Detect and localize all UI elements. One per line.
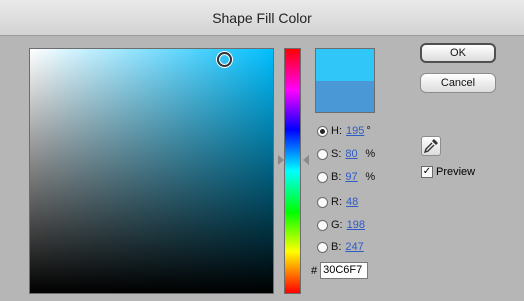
preview-label: Preview bbox=[436, 166, 476, 178]
red-row[interactable]: R: 48 bbox=[317, 195, 364, 209]
saturation-unit: % bbox=[365, 148, 376, 160]
preview-checkbox[interactable]: ✓ bbox=[421, 166, 433, 178]
hex-input[interactable]: 30C6F7 bbox=[320, 262, 369, 279]
cancel-button[interactable]: Cancel bbox=[420, 73, 496, 93]
hex-row: # 30C6F7 bbox=[311, 262, 369, 279]
eyedropper-icon bbox=[423, 139, 438, 154]
preview-row[interactable]: ✓ Preview bbox=[421, 166, 475, 178]
brightness-row[interactable]: B: 97 % bbox=[317, 170, 375, 184]
color-field-marker[interactable] bbox=[217, 52, 232, 67]
saturation-radio[interactable] bbox=[317, 148, 328, 160]
green-label: G: bbox=[331, 219, 343, 231]
blue-value[interactable]: 247 bbox=[345, 241, 363, 253]
hue-slider-right-arrow[interactable] bbox=[303, 155, 309, 165]
hue-value[interactable]: 195 bbox=[346, 125, 364, 137]
color-field[interactable] bbox=[29, 48, 274, 294]
saturation-value[interactable]: 80 bbox=[345, 148, 363, 160]
hue-row[interactable]: H: 195 ° bbox=[317, 124, 371, 138]
blue-radio[interactable] bbox=[317, 241, 328, 253]
saturation-label: S: bbox=[331, 148, 342, 160]
hue-radio[interactable] bbox=[317, 125, 328, 137]
new-color-swatch bbox=[316, 49, 374, 81]
brightness-value[interactable]: 97 bbox=[345, 171, 363, 183]
blue-row[interactable]: B: 247 bbox=[317, 240, 364, 254]
blue-label: B: bbox=[331, 241, 342, 253]
green-value[interactable]: 198 bbox=[347, 219, 365, 231]
ok-button[interactable]: OK bbox=[420, 43, 496, 63]
eyedropper-button[interactable] bbox=[421, 136, 441, 156]
hex-label: # bbox=[311, 264, 318, 277]
brightness-unit: % bbox=[365, 171, 376, 183]
red-value[interactable]: 48 bbox=[346, 196, 364, 208]
current-color-swatch[interactable] bbox=[316, 81, 374, 112]
red-label: R: bbox=[331, 196, 342, 208]
hue-label: H: bbox=[331, 125, 342, 137]
window-title: Shape Fill Color bbox=[212, 10, 312, 26]
color-swatch bbox=[315, 48, 375, 113]
green-radio[interactable] bbox=[317, 219, 328, 231]
green-row[interactable]: G: 198 bbox=[317, 218, 365, 232]
brightness-label: B: bbox=[331, 171, 342, 183]
red-radio[interactable] bbox=[317, 196, 328, 208]
title-bar: Shape Fill Color bbox=[0, 0, 524, 36]
hue-unit: ° bbox=[366, 125, 371, 137]
saturation-row[interactable]: S: 80 % bbox=[317, 147, 375, 161]
hue-slider[interactable] bbox=[284, 48, 301, 294]
brightness-radio[interactable] bbox=[317, 171, 328, 183]
